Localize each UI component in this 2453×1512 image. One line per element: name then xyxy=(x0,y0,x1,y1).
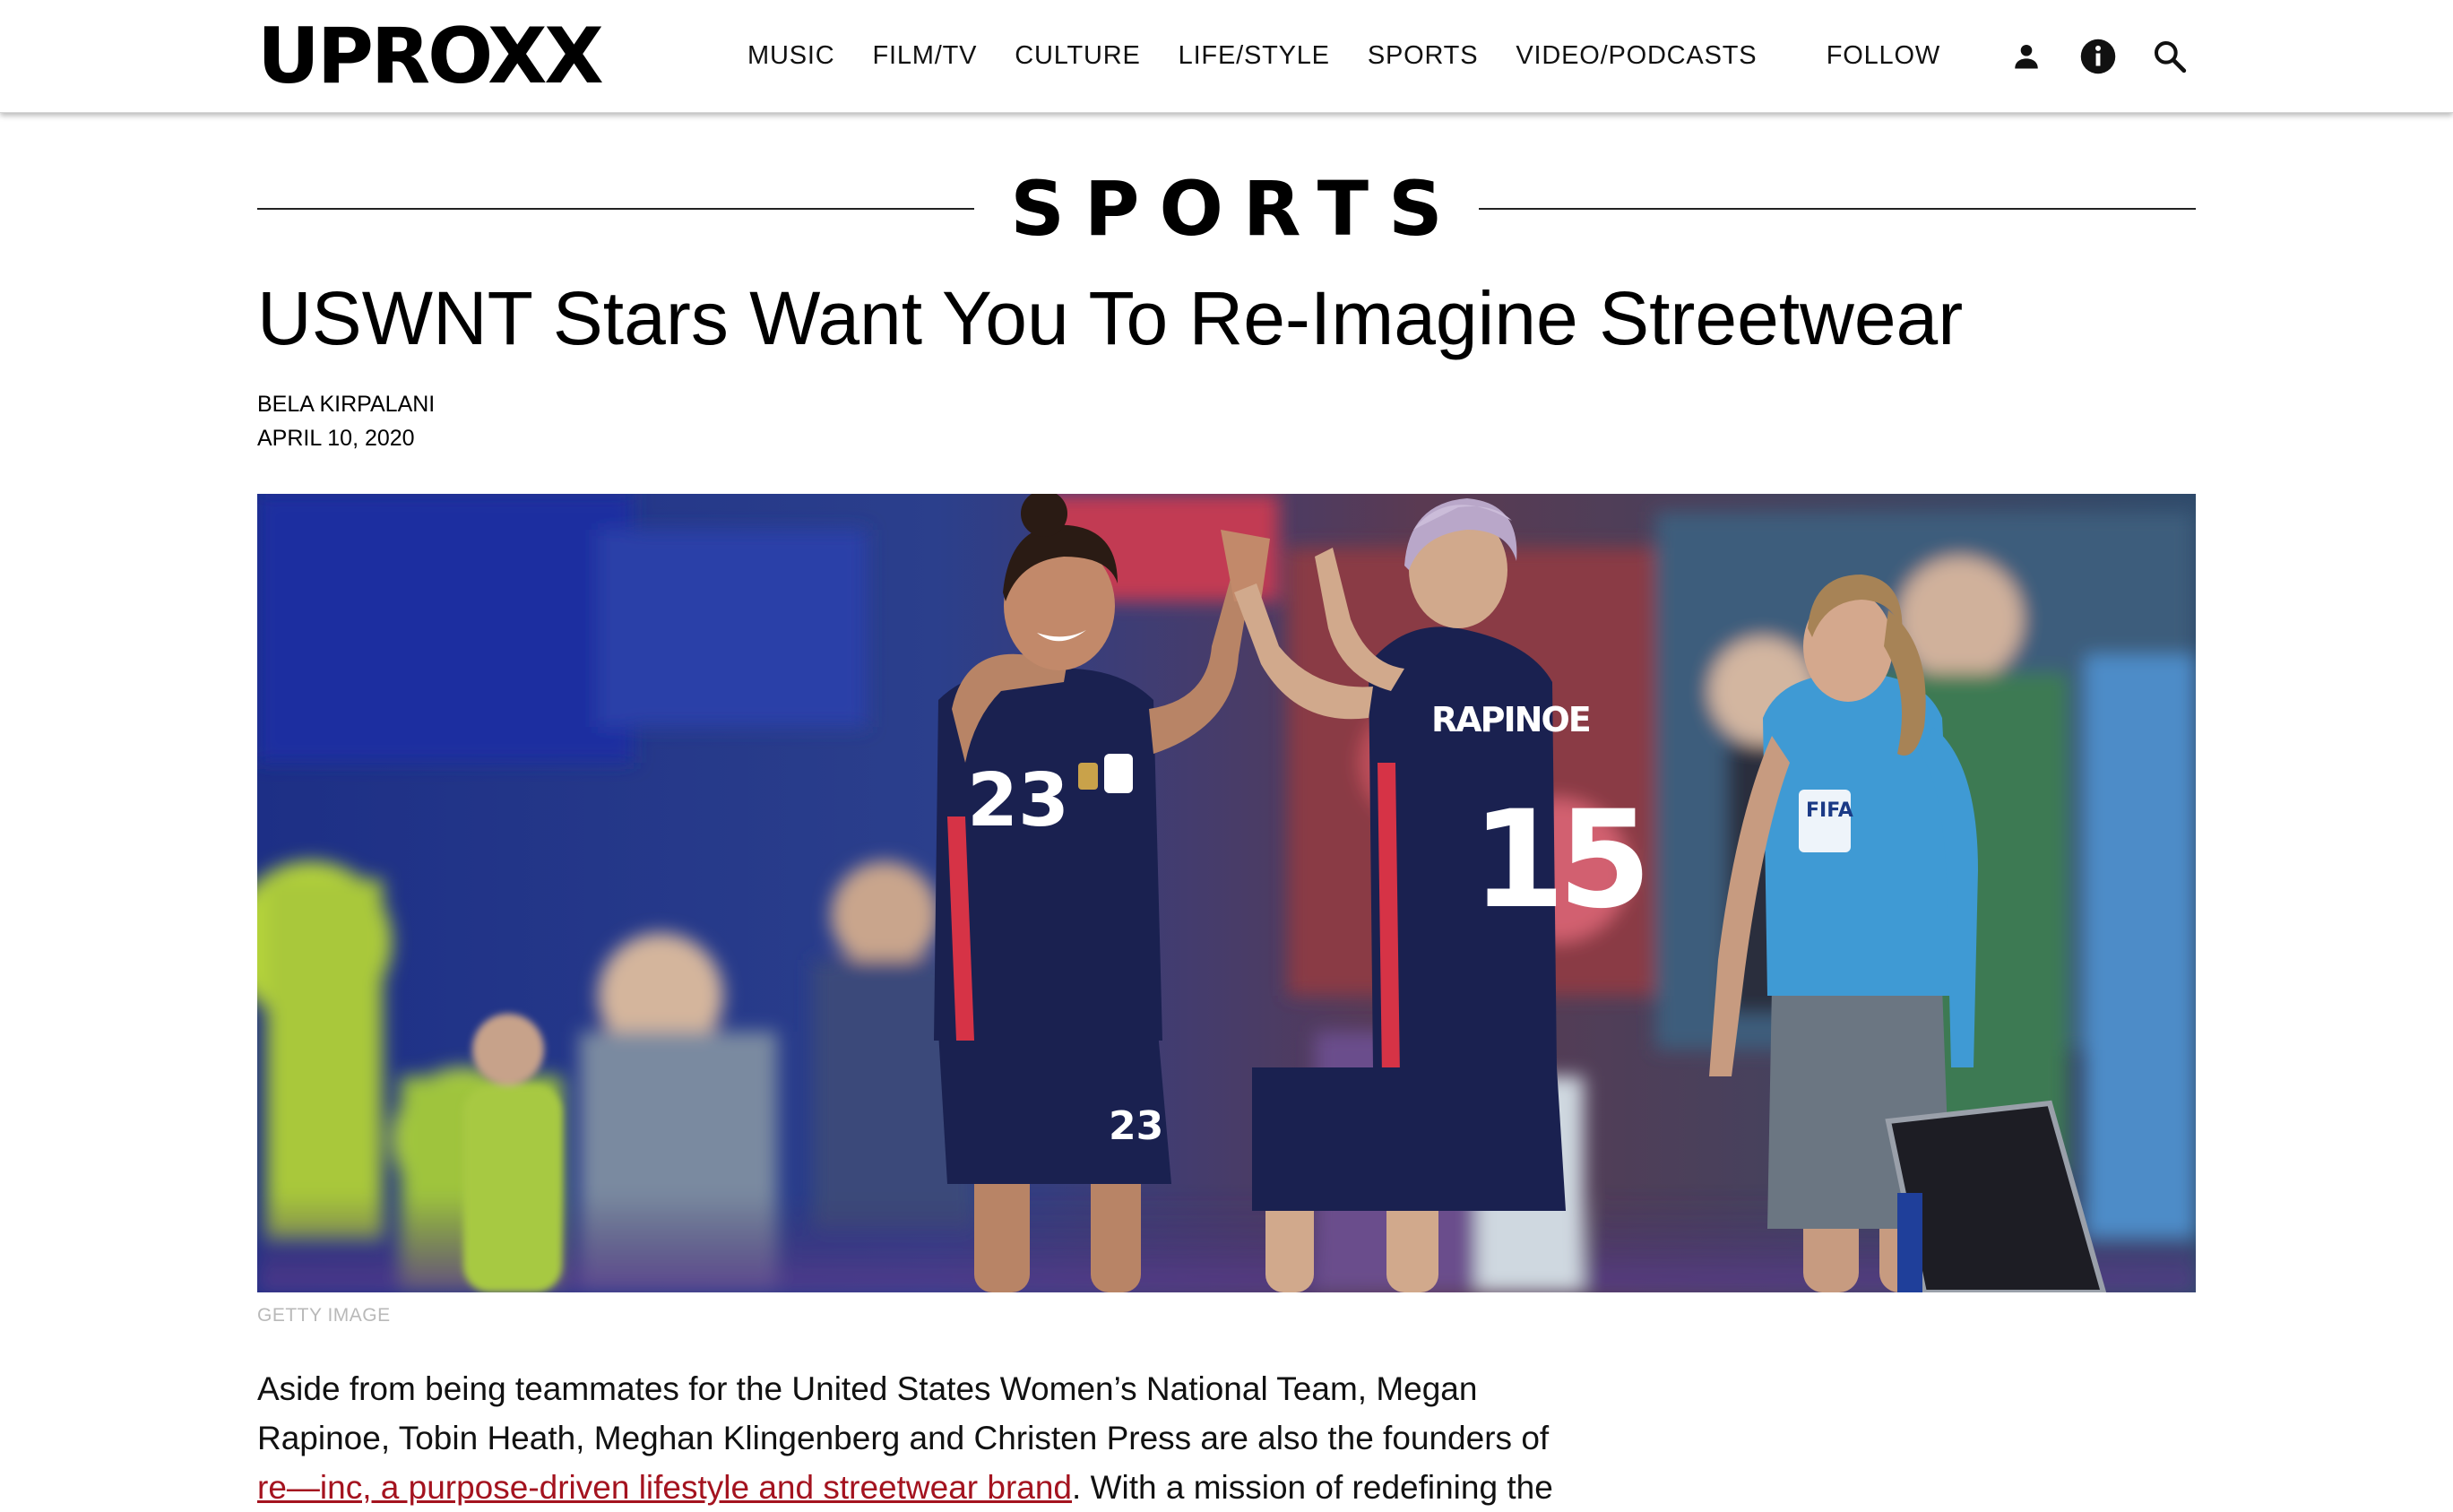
nav-item-life-style[interactable]: LIFE/STYLE xyxy=(1179,41,1330,71)
nav-item-music[interactable]: MUSIC xyxy=(747,41,834,71)
nav-item-culture[interactable]: CULTURE xyxy=(1015,41,1140,71)
follow-button[interactable]: FOLLOW xyxy=(1827,41,1940,71)
hero-photo-illustration: 23 23 RAPINOE 15 FIFA xyxy=(257,494,2196,1292)
section-rule-right xyxy=(1479,208,2196,210)
section-rule-left xyxy=(257,208,974,210)
article-headline: USWNT Stars Want You To Re-Imagine Stree… xyxy=(257,276,1964,360)
info-icon-svg xyxy=(2080,39,2116,73)
user-icon[interactable] xyxy=(2007,37,2046,76)
byline: BELA KIRPALANI APRIL 10, 2020 xyxy=(257,387,435,455)
publish-date: APRIL 10, 2020 xyxy=(257,426,415,451)
section-title[interactable]: SPORTS xyxy=(974,168,1479,249)
author-name[interactable]: BELA KIRPALANI xyxy=(257,387,435,421)
search-icon-svg xyxy=(2155,40,2187,73)
image-credit: GETTY IMAGE xyxy=(257,1305,391,1326)
nav-item-video-podcasts[interactable]: VIDEO/PODCASTS xyxy=(1516,41,1757,71)
search-icon[interactable] xyxy=(2150,37,2190,76)
nav-item-film-tv[interactable]: FILM/TV xyxy=(872,41,977,71)
nav-item-sports[interactable]: SPORTS xyxy=(1368,41,1479,71)
main-nav: MUSIC FILM/TV CULTURE LIFE/STYLE SPORTS … xyxy=(747,0,1757,112)
header-tools: FOLLOW xyxy=(1827,0,2190,112)
jersey-number-23: 23 xyxy=(967,758,1069,843)
paragraph-line-1: Aside from being teammates for the Unite… xyxy=(257,1370,1478,1407)
re-inc-link[interactable]: re—inc, a purpose-driven lifestyle and s… xyxy=(257,1469,1072,1506)
user-icon-svg xyxy=(2015,44,2038,68)
hero-image: 23 23 RAPINOE 15 FIFA xyxy=(257,494,2196,1292)
paragraph-line-2: Rapinoe, Tobin Heath, Meghan Klingenberg… xyxy=(257,1420,1550,1456)
jersey-number-15: 15 xyxy=(1472,782,1645,938)
jersey-name-rapinoe: RAPINOE xyxy=(1431,700,1590,739)
info-icon[interactable] xyxy=(2078,37,2118,76)
section-heading: SPORTS xyxy=(257,168,2196,249)
top-navigation-bar: UPROXX MUSIC FILM/TV CULTURE LIFE/STYLE … xyxy=(0,0,2453,113)
paragraph-line-3-tail: . With a mission of redefining the xyxy=(1072,1469,1553,1506)
referee-badge-fifa: FIFA xyxy=(1806,799,1853,822)
article-body: Aside from being teammates for the Unite… xyxy=(257,1364,1602,1512)
uproxx-logo[interactable]: UPROXX xyxy=(257,7,604,106)
shorts-number-23: 23 xyxy=(1109,1103,1163,1149)
